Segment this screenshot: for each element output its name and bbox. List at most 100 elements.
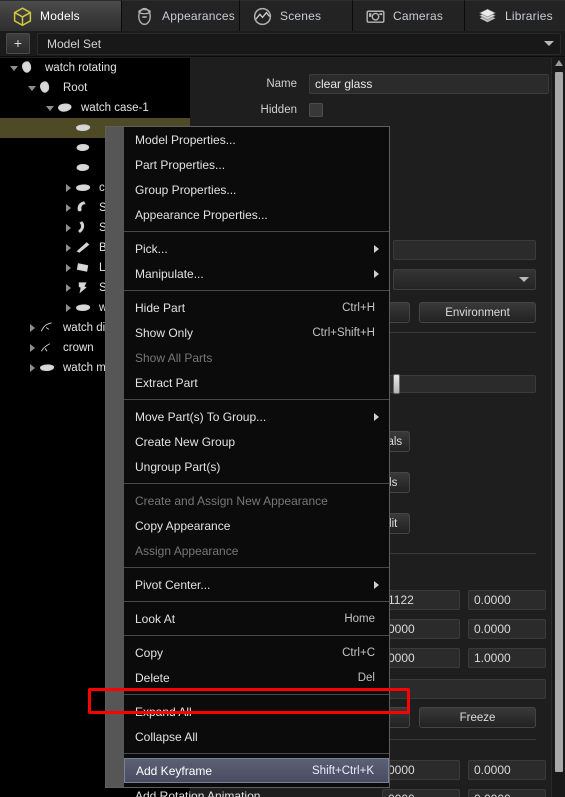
part-thumbnail-icon bbox=[74, 240, 94, 256]
context-menu-separator bbox=[124, 601, 389, 602]
part-thumbnail-icon bbox=[38, 340, 58, 356]
collapse-twisty-icon[interactable] bbox=[8, 58, 20, 78]
expand-twisty-icon[interactable] bbox=[62, 218, 74, 238]
context-menu-item[interactable]: Appearance Properties... bbox=[124, 202, 389, 227]
context-menu-item[interactable]: Part Properties... bbox=[124, 152, 389, 177]
triangle-down-icon bbox=[10, 65, 18, 71]
properties-scrollbar[interactable] bbox=[551, 58, 565, 797]
expand-twisty-icon[interactable] bbox=[26, 318, 38, 338]
context-menu-item[interactable]: Add Rotation Animation bbox=[124, 783, 389, 797]
transform-field-r3c2[interactable]: 1.0000 bbox=[468, 648, 546, 668]
transform-field-r2c1[interactable]: 0000 bbox=[382, 619, 460, 639]
context-menu-item: Show All Parts bbox=[124, 345, 389, 370]
cube-icon bbox=[12, 6, 33, 27]
transform-field-r1c1[interactable]: 1122 bbox=[382, 590, 460, 610]
context-menu-item-label: Extract Part bbox=[135, 375, 198, 390]
context-menu-item[interactable]: Delete Del bbox=[124, 665, 389, 690]
context-menu-item[interactable]: Look At Home bbox=[124, 606, 389, 631]
transform-field-r4c2[interactable]: 0.0000 bbox=[468, 760, 546, 780]
scrollbar-thumb[interactable] bbox=[555, 72, 563, 772]
freeze-button[interactable]: Freeze bbox=[419, 707, 536, 728]
context-menu-item-shortcut: Shift+Ctrl+K bbox=[312, 764, 374, 777]
expand-twisty-icon[interactable] bbox=[62, 258, 74, 278]
transform-field-r5c2[interactable]: 0.0000 bbox=[468, 789, 546, 797]
context-menu[interactable]: Model Properties... Part Properties... Gro… bbox=[105, 126, 390, 797]
expand-twisty-icon[interactable] bbox=[62, 238, 74, 258]
appearance-name-field[interactable] bbox=[393, 240, 536, 260]
tree-item-label: watch rotating bbox=[45, 62, 117, 74]
model-set-dropdown[interactable]: Model Set bbox=[37, 32, 561, 55]
context-menu-item[interactable]: Add Keyframe Shift+Ctrl+K bbox=[124, 758, 389, 783]
context-menu-item-label: Pivot Center... bbox=[135, 577, 211, 592]
submenu-arrow-icon bbox=[374, 580, 379, 589]
tree-item[interactable]: watch case-1 bbox=[0, 98, 190, 118]
appearance-type-combo[interactable] bbox=[393, 269, 536, 290]
context-menu-separator bbox=[124, 290, 389, 291]
context-menu-item[interactable]: Expand All bbox=[124, 699, 389, 724]
tab-appearances-label: Appearances bbox=[162, 9, 235, 23]
scroll-up-icon[interactable] bbox=[555, 60, 563, 66]
environment-button[interactable]: Environment bbox=[419, 302, 536, 323]
context-menu-item-label: Pick... bbox=[135, 241, 168, 256]
expand-twisty-icon[interactable] bbox=[62, 298, 74, 318]
expand-twisty-icon[interactable] bbox=[62, 178, 74, 198]
expand-twisty-icon[interactable] bbox=[62, 118, 74, 138]
section-divider-2 bbox=[386, 553, 536, 554]
tab-libraries[interactable]: Libraries bbox=[465, 0, 565, 31]
triangle-down-icon bbox=[28, 85, 36, 91]
context-menu-separator bbox=[124, 399, 389, 400]
tab-cameras[interactable]: Cameras bbox=[353, 0, 465, 31]
expand-twisty-icon[interactable] bbox=[62, 198, 74, 218]
part-thumbnail-icon bbox=[38, 360, 58, 376]
opacity-slider-track[interactable] bbox=[386, 375, 536, 393]
expand-twisty-icon[interactable] bbox=[26, 358, 38, 378]
context-menu-item[interactable]: Group Properties... bbox=[124, 177, 389, 202]
context-menu-item[interactable]: Create New Group bbox=[124, 429, 389, 454]
context-menu-item[interactable]: Hide Part Ctrl+H bbox=[124, 295, 389, 320]
add-model-set-button[interactable]: + bbox=[6, 33, 30, 54]
context-menu-item[interactable]: Copy Appearance bbox=[124, 513, 389, 538]
collapse-twisty-icon[interactable] bbox=[44, 98, 56, 118]
context-menu-item-label: Move Part(s) To Group... bbox=[135, 409, 267, 424]
opacity-slider-knob[interactable] bbox=[393, 374, 400, 394]
transform-field-wide[interactable] bbox=[382, 679, 546, 699]
context-menu-item[interactable]: Manipulate... bbox=[124, 261, 389, 286]
tab-models[interactable]: Models bbox=[0, 0, 122, 31]
transform-field-r4c1[interactable]: 0000 bbox=[382, 760, 460, 780]
section-divider-3 bbox=[386, 739, 536, 740]
context-menu-item[interactable]: Ungroup Part(s) bbox=[124, 454, 389, 479]
expand-twisty-icon[interactable] bbox=[62, 158, 74, 178]
tree-item[interactable]: watch rotating bbox=[0, 58, 190, 78]
transform-field-r3c1[interactable]: 0000 bbox=[382, 648, 460, 668]
hidden-row: Hidden bbox=[255, 103, 323, 117]
triangle-down-icon bbox=[46, 105, 54, 111]
context-menu-item[interactable]: Copy Ctrl+C bbox=[124, 640, 389, 665]
expand-twisty-icon[interactable] bbox=[26, 338, 38, 358]
expand-twisty-icon[interactable] bbox=[62, 138, 74, 158]
transform-field-r1c2[interactable]: 0.0000 bbox=[468, 590, 546, 610]
context-menu-item[interactable]: Extract Part bbox=[124, 370, 389, 395]
transform-field-r2c2[interactable]: 0.0000 bbox=[468, 619, 546, 639]
hidden-checkbox[interactable] bbox=[309, 103, 323, 117]
tree-item[interactable]: Root bbox=[0, 78, 190, 98]
triangle-right-icon bbox=[29, 344, 35, 352]
tab-scenes[interactable]: Scenes bbox=[240, 0, 353, 31]
name-input[interactable]: clear glass bbox=[309, 74, 549, 94]
context-menu-item-shortcut: Del bbox=[357, 671, 375, 684]
context-menu-item[interactable]: Move Part(s) To Group... bbox=[124, 404, 389, 429]
triangle-right-icon bbox=[65, 204, 71, 212]
transform-field-r5c1[interactable]: 0000 bbox=[382, 789, 460, 797]
tab-appearances[interactable]: Appearances bbox=[122, 0, 240, 31]
context-menu-item[interactable]: Pick... bbox=[124, 236, 389, 261]
expand-twisty-icon[interactable] bbox=[62, 278, 74, 298]
context-menu-item-label: Delete bbox=[135, 670, 170, 685]
triangle-right-icon bbox=[29, 324, 35, 332]
part-thumbnail-icon bbox=[74, 300, 94, 316]
context-menu-item[interactable]: Show Only Ctrl+Shift+H bbox=[124, 320, 389, 345]
context-menu-item[interactable]: Collapse All bbox=[124, 724, 389, 749]
context-menu-separator bbox=[124, 635, 389, 636]
context-menu-item[interactable]: Pivot Center... bbox=[124, 572, 389, 597]
triangle-right-icon bbox=[65, 264, 71, 272]
context-menu-item[interactable]: Model Properties... bbox=[124, 127, 389, 152]
collapse-twisty-icon[interactable] bbox=[26, 78, 38, 98]
